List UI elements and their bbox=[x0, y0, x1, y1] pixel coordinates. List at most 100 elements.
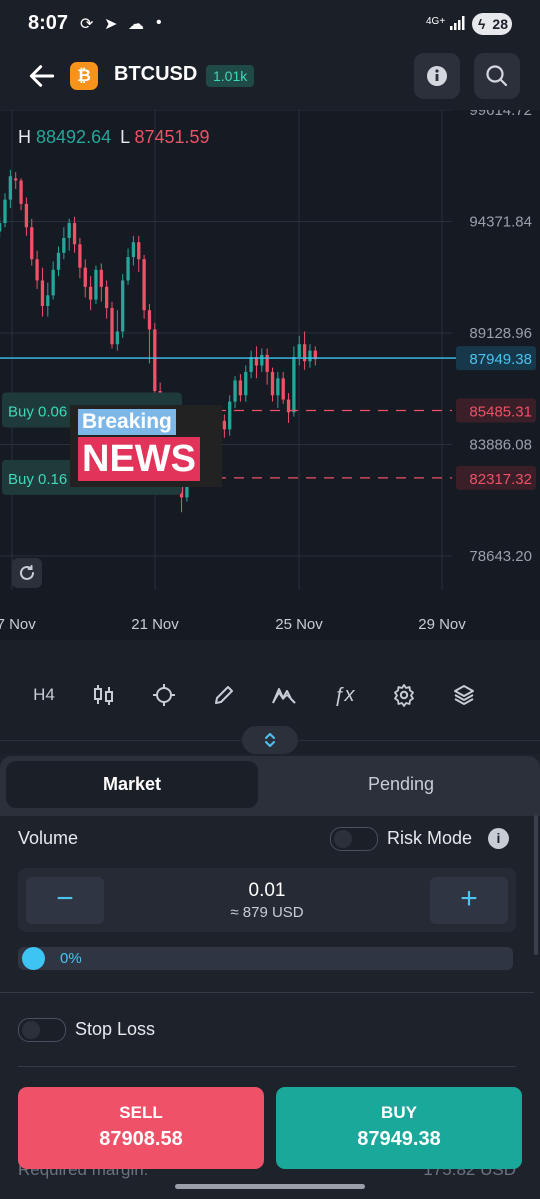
high-label: H bbox=[18, 127, 31, 147]
divider bbox=[0, 992, 534, 993]
tab-pending[interactable]: Pending bbox=[266, 761, 536, 808]
news-label: NEWS bbox=[78, 437, 200, 481]
volume-label: Volume bbox=[18, 828, 79, 848]
function-icon[interactable]: ƒx bbox=[324, 670, 364, 720]
status-bar: 8:07 ⟳ ➤ ☁ • 4G+ ϟ 28 bbox=[0, 0, 540, 48]
settings-icon[interactable] bbox=[384, 670, 424, 720]
volume-slider-knob[interactable] bbox=[22, 947, 45, 970]
date-tick-label: 25 Nov bbox=[275, 616, 323, 633]
candle-body bbox=[78, 244, 82, 268]
buy-price: 87949.38 bbox=[357, 1128, 441, 1150]
candle-body bbox=[297, 344, 301, 358]
search-button[interactable] bbox=[474, 53, 520, 99]
candle-body bbox=[137, 242, 141, 260]
candle-body bbox=[24, 203, 29, 228]
panel-scrollbar[interactable] bbox=[534, 815, 538, 955]
network-label: 4G+ bbox=[426, 16, 446, 27]
date-tick-label: 21 Nov bbox=[131, 616, 179, 633]
price-tick-label: 78643.20 bbox=[469, 548, 532, 565]
candle-body bbox=[83, 267, 87, 287]
candle-body bbox=[40, 280, 45, 306]
candle-body bbox=[126, 257, 130, 281]
crosshair-icon[interactable] bbox=[144, 670, 184, 720]
divider bbox=[18, 1066, 516, 1067]
buy-label: BUY bbox=[381, 1103, 417, 1122]
sell-label: SELL bbox=[119, 1103, 163, 1122]
price-tick-label: 99614.72 bbox=[469, 110, 532, 119]
candle-body bbox=[244, 371, 248, 396]
candle-body bbox=[3, 199, 7, 224]
risk-mode-toggle[interactable] bbox=[330, 827, 378, 851]
candle-body bbox=[238, 380, 243, 396]
search-icon bbox=[486, 65, 508, 87]
candle-body bbox=[121, 280, 125, 332]
price-tick-label: 94371.84 bbox=[469, 214, 532, 231]
candle-body bbox=[35, 259, 39, 281]
order-tag-label: Buy 0.16 bbox=[8, 471, 67, 488]
candle-body bbox=[99, 269, 103, 287]
high-low-readout: H 88492.64 L 87451.59 bbox=[18, 127, 210, 148]
candle-body bbox=[228, 401, 232, 430]
chart-toolbar: H4 ƒx bbox=[0, 670, 540, 720]
candle-body bbox=[131, 242, 136, 258]
high-value: 88492.64 bbox=[36, 127, 112, 147]
order-price-label: 85485.31 bbox=[469, 403, 532, 420]
cloud-icon: ☁ bbox=[128, 16, 144, 33]
candle-body bbox=[46, 295, 50, 306]
header: ₿ BTCUSD 1.01k bbox=[0, 48, 540, 110]
date-tick-label: 17 Nov bbox=[0, 616, 36, 633]
chart-canvas[interactable]: 99614.72 94371.84 89128.96 83886.08 78643.20… bbox=[0, 110, 540, 640]
candle-body bbox=[115, 331, 119, 345]
home-indicator[interactable] bbox=[175, 1184, 365, 1189]
date-tick-label: 29 Nov bbox=[418, 616, 466, 633]
candle-body bbox=[14, 178, 18, 181]
decrease-volume-button[interactable]: − bbox=[26, 877, 104, 924]
candle-body bbox=[142, 259, 146, 311]
rotate-icon bbox=[20, 565, 34, 580]
reset-zoom-button[interactable] bbox=[12, 558, 42, 588]
candle-body bbox=[56, 252, 61, 270]
low-value: 87451.59 bbox=[134, 127, 210, 147]
candle-body bbox=[110, 308, 114, 345]
symbol-badge: 1.01k bbox=[206, 65, 255, 87]
tab-market[interactable]: Market bbox=[6, 761, 258, 808]
expand-panel-button[interactable] bbox=[242, 726, 298, 754]
dot-icon: • bbox=[156, 14, 162, 31]
sell-price: 87908.58 bbox=[99, 1128, 183, 1150]
increase-volume-button[interactable]: + bbox=[430, 877, 508, 924]
candle-body bbox=[153, 329, 157, 392]
breaking-news-banner[interactable]: Breaking NEWS bbox=[70, 405, 222, 487]
volume-usd-value: ≈ 879 USD bbox=[230, 904, 304, 921]
candle-body bbox=[147, 310, 152, 330]
candle-body bbox=[88, 286, 93, 300]
bolt-icon: ϟ bbox=[478, 16, 486, 32]
pencil-icon[interactable] bbox=[204, 670, 244, 720]
symbol-name[interactable]: BTCUSD bbox=[114, 63, 197, 86]
candle-body bbox=[72, 223, 77, 245]
candle-body bbox=[62, 237, 66, 253]
info-icon bbox=[427, 66, 447, 86]
stop-loss-toggle[interactable] bbox=[18, 1018, 66, 1042]
status-time: 8:07 bbox=[28, 12, 69, 34]
sync-icon: ⟳ bbox=[80, 16, 94, 33]
battery-indicator: ϟ 28 bbox=[472, 13, 512, 35]
current-price-label: 87949.38 bbox=[469, 351, 532, 368]
volume-slider[interactable] bbox=[18, 947, 513, 970]
buy-button[interactable]: BUY 87949.38 bbox=[276, 1087, 522, 1169]
volume-value[interactable]: 0.01 bbox=[200, 880, 334, 902]
candlestick-icon[interactable] bbox=[84, 670, 124, 720]
info-icon[interactable]: i bbox=[488, 828, 509, 849]
price-chart[interactable]: 99614.72 94371.84 89128.96 83886.08 78643.20… bbox=[0, 110, 540, 640]
candle-body bbox=[51, 269, 55, 296]
layers-icon[interactable] bbox=[444, 670, 484, 720]
sell-button[interactable]: SELL 87908.58 bbox=[18, 1087, 264, 1169]
chevrons-up-down-icon bbox=[265, 733, 275, 747]
arrow-left-icon[interactable] bbox=[26, 60, 58, 92]
signal-icon bbox=[450, 16, 465, 30]
candle-body bbox=[222, 420, 226, 430]
timeframe-button[interactable]: H4 bbox=[24, 670, 64, 720]
candle-body bbox=[67, 223, 71, 238]
candle-body bbox=[292, 357, 296, 413]
indicators-icon[interactable] bbox=[264, 670, 304, 720]
info-button[interactable] bbox=[414, 53, 460, 99]
